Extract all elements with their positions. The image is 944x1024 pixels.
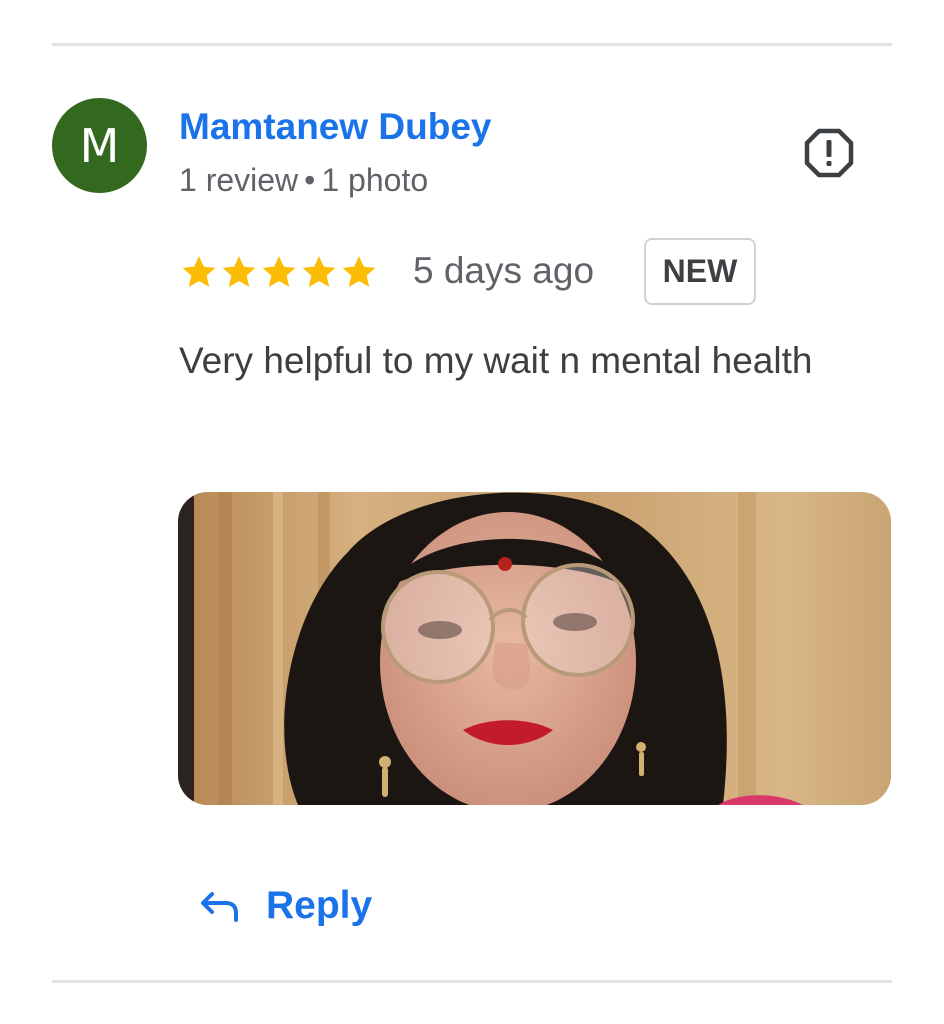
new-badge: NEW <box>644 238 756 305</box>
report-button[interactable] <box>804 128 854 178</box>
star-icon <box>262 256 296 287</box>
reply-label: Reply <box>266 884 373 927</box>
star-icon <box>222 256 256 287</box>
reviewer-name[interactable]: Mamtanew Dubey <box>179 106 492 148</box>
review-count: 1 review <box>179 162 299 198</box>
photo-image <box>178 492 891 805</box>
star-rating <box>179 252 379 292</box>
star-icon <box>342 256 376 287</box>
avatar-letter: M <box>79 118 120 173</box>
review-photo[interactable] <box>178 492 891 805</box>
reply-button[interactable]: Reply <box>198 876 372 936</box>
reply-arrow-icon <box>201 892 238 922</box>
star-icon <box>182 256 216 287</box>
reviewer-meta: 1 review • 1 photo <box>179 162 428 199</box>
review-text: Very helpful to my wait n mental health <box>179 340 813 381</box>
photo-count: 1 photo <box>321 162 429 198</box>
report-flag-icon <box>804 128 854 178</box>
review-card: M Mamtanew Dubey 1 review • 1 photo 5 days… <box>0 0 944 1024</box>
top-divider <box>52 43 892 46</box>
star-icon <box>302 256 336 287</box>
rating-row: 5 days ago NEW <box>179 238 779 306</box>
review-date: 5 days ago <box>413 250 595 291</box>
avatar[interactable]: M <box>52 98 147 193</box>
bottom-divider <box>52 980 892 983</box>
meta-separator: • <box>304 162 316 198</box>
